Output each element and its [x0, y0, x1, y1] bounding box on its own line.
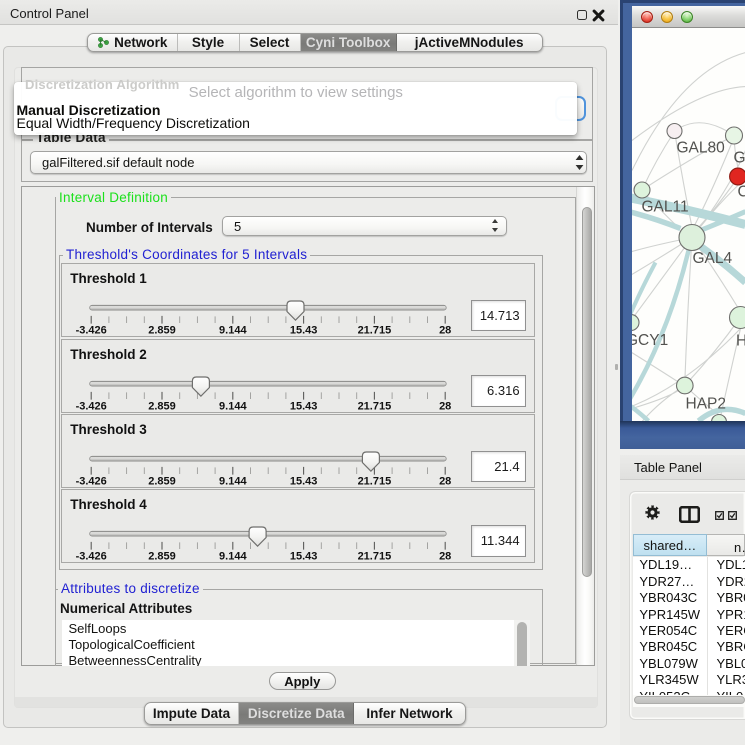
svg-text:-3.426: -3.426	[76, 401, 107, 413]
svg-text:H: H	[736, 332, 745, 349]
svg-text:21.715: 21.715	[358, 401, 392, 413]
svg-text:2.859: 2.859	[149, 550, 177, 562]
svg-text:HAP2: HAP2	[685, 395, 726, 412]
svg-text:2.859: 2.859	[149, 325, 177, 337]
svg-text:28: 28	[439, 401, 451, 413]
svg-text:9.144: 9.144	[219, 401, 247, 413]
svg-text:9.144: 9.144	[219, 325, 247, 337]
svg-text:2.859: 2.859	[149, 476, 177, 488]
svg-text:28: 28	[439, 550, 451, 562]
svg-text:-3.426: -3.426	[76, 550, 107, 562]
svg-text:21.715: 21.715	[358, 550, 392, 562]
svg-text:-3.426: -3.426	[76, 476, 107, 488]
svg-text:21.715: 21.715	[358, 325, 392, 337]
svg-text:GCY1: GCY1	[632, 332, 668, 349]
svg-text:15.43: 15.43	[290, 401, 318, 413]
svg-text:GAL4: GAL4	[692, 250, 732, 267]
svg-text:G.: G.	[733, 149, 745, 166]
svg-text:15.43: 15.43	[290, 476, 318, 488]
svg-text:21.715: 21.715	[358, 476, 392, 488]
svg-text:2.859: 2.859	[149, 401, 177, 413]
svg-text:9.144: 9.144	[219, 550, 247, 562]
svg-text:15.43: 15.43	[290, 325, 318, 337]
svg-text:28: 28	[439, 476, 451, 488]
svg-text:GAL80: GAL80	[676, 139, 725, 156]
svg-text:15.43: 15.43	[290, 550, 318, 562]
svg-text:-3.426: -3.426	[76, 325, 107, 337]
svg-text:GAL11: GAL11	[641, 198, 688, 215]
svg-text:28: 28	[439, 325, 451, 337]
svg-text:9.144: 9.144	[219, 476, 247, 488]
svg-text:C: C	[737, 183, 745, 200]
